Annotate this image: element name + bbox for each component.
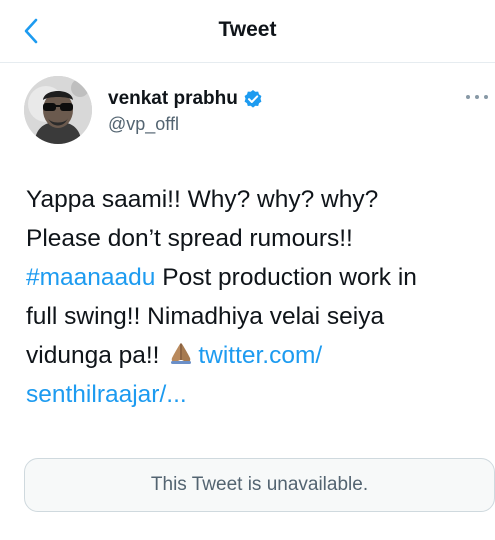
tweet-line: full swing!! Nimadhiya velai seiya: [26, 303, 385, 330]
tweet-text-fragment: Post production work in: [155, 264, 417, 291]
folded-hands-icon: [168, 339, 194, 365]
tweet-line: senthilraajar/...: [26, 375, 488, 414]
author-name[interactable]: venkat prabhu: [108, 88, 238, 110]
page-title: Tweet: [218, 18, 277, 41]
quoted-tweet-unavailable: This Tweet is unavailable.: [24, 458, 495, 512]
tweet-url-link[interactable]: twitter.com/: [198, 342, 322, 369]
verified-badge-icon: [243, 89, 263, 109]
tweet-line: #maanaadu Post production work in: [26, 258, 488, 297]
tweet-url-link-continued[interactable]: senthilraajar/...: [26, 381, 187, 408]
author-handle[interactable]: @vp_offl: [108, 114, 179, 135]
top-bar: Tweet: [0, 0, 495, 63]
avatar-image: [24, 76, 92, 144]
more-horizontal-icon: [466, 95, 470, 99]
author-name-row[interactable]: venkat prabhu: [108, 88, 263, 110]
tweet-body: Yappa saami!! Why? why? why? Please don’…: [26, 180, 488, 414]
tweet-line: vidunga pa!! twitter.com/: [26, 336, 488, 375]
hashtag-link[interactable]: #maanaadu: [26, 264, 155, 291]
tweet-text-fragment: vidunga pa!!: [26, 342, 160, 369]
more-options-button[interactable]: [466, 88, 488, 106]
avatar[interactable]: [24, 76, 92, 144]
unavailable-message: This Tweet is unavailable.: [150, 474, 369, 495]
tweet-line: Yappa saami!! Why? why? why?: [26, 186, 379, 213]
tweet-line: Please don’t spread rumours!!: [26, 225, 353, 252]
